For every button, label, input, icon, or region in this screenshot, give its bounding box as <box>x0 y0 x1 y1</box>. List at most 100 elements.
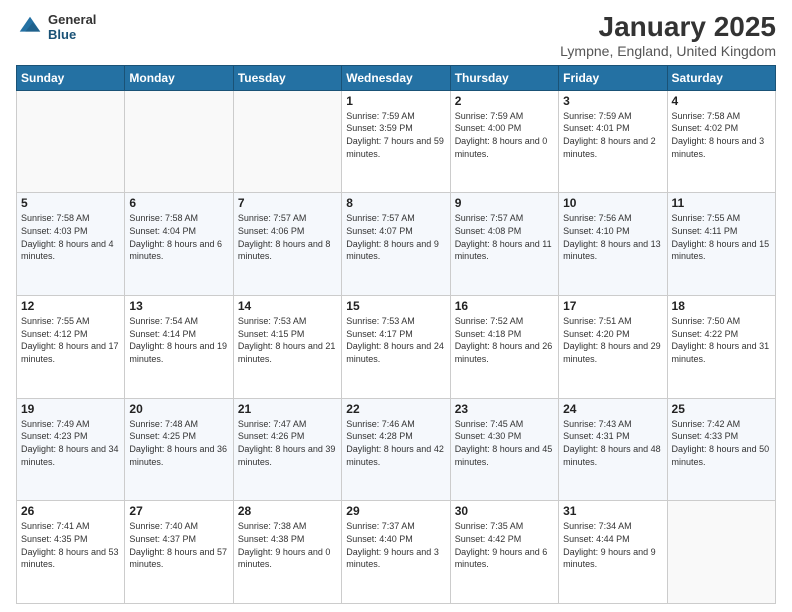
week-row-2: 5 Sunrise: 7:58 AMSunset: 4:03 PMDaylight… <box>17 193 776 296</box>
calendar-cell-w4-d0: 19 Sunrise: 7:49 AMSunset: 4:23 PMDayligh… <box>17 398 125 501</box>
day-number: 15 <box>346 299 445 313</box>
day-info: Sunrise: 7:59 AMSunset: 3:59 PMDaylight:… <box>346 110 445 160</box>
calendar-cell-w1-d4: 2Sunrise: 7:59 AMSunset: 4:00 PMDaylight… <box>450 90 558 193</box>
calendar-cell-w3-d1: 13Sunrise: 7:54 AMSunset: 4:14 PMDayligh… <box>125 296 233 399</box>
day-info: Sunrise: 7:37 AMSunset: 4:40 PMDaylight:… <box>346 520 445 570</box>
logo-general-text: General <box>48 12 96 27</box>
day-number: 21 <box>238 402 337 416</box>
calendar-cell-w2-d3: 8Sunrise: 7:57 AMSunset: 4:07 PMDaylight… <box>342 193 450 296</box>
day-info: Sunrise: 7:55 AMSunset: 4:11 PMDaylight:… <box>672 212 771 262</box>
day-number: 31 <box>563 504 662 518</box>
calendar-cell-w3-d3: 15 Sunrise: 7:53 AMSunset: 4:17 PMDayligh… <box>342 296 450 399</box>
logo-icon <box>16 13 44 41</box>
calendar-cell-w5-d0: 26 Sunrise: 7:41 AMSunset: 4:35 PMDayligh… <box>17 501 125 604</box>
day-info: Sunrise: 7:41 AMSunset: 4:35 PMDaylight:… <box>21 520 120 570</box>
title-block: January 2025 Lympne, England, United Kin… <box>560 12 776 59</box>
day-number: 28 <box>238 504 337 518</box>
day-info: Sunrise: 7:35 AMSunset: 4:42 PMDaylight:… <box>455 520 554 570</box>
calendar-cell-w4-d1: 20 Sunrise: 7:48 AMSunset: 4:25 PMDayligh… <box>125 398 233 501</box>
day-info: Sunrise: 7:47 AMSunset: 4:26 PMDaylight:… <box>238 418 337 468</box>
calendar-cell-w4-d2: 21 Sunrise: 7:47 AMSunset: 4:26 PMDayligh… <box>233 398 341 501</box>
day-number: 5 <box>21 196 120 210</box>
page: General Blue January 2025 Lympne, Englan… <box>0 0 792 612</box>
day-number: 24 <box>563 402 662 416</box>
day-number: 6 <box>129 196 228 210</box>
day-info: Sunrise: 7:59 AMSunset: 4:00 PMDaylight:… <box>455 110 554 160</box>
month-title: January 2025 <box>560 12 776 43</box>
day-info: Sunrise: 7:42 AMSunset: 4:33 PMDaylight:… <box>672 418 771 468</box>
calendar-cell-w3-d4: 16Sunrise: 7:52 AMSunset: 4:18 PMDayligh… <box>450 296 558 399</box>
logo-text: General Blue <box>48 12 96 42</box>
day-number: 12 <box>21 299 120 313</box>
day-info: Sunrise: 7:53 AMSunset: 4:17 PMDaylight:… <box>346 315 445 365</box>
calendar-cell-w4-d6: 25 Sunrise: 7:42 AMSunset: 4:33 PMDayligh… <box>667 398 775 501</box>
header-tuesday: Tuesday <box>233 65 341 90</box>
day-info: Sunrise: 7:51 AMSunset: 4:20 PMDaylight:… <box>563 315 662 365</box>
day-info: Sunrise: 7:58 AMSunset: 4:04 PMDaylight:… <box>129 212 228 262</box>
header-monday: Monday <box>125 65 233 90</box>
day-info: Sunrise: 7:54 AMSunset: 4:14 PMDaylight:… <box>129 315 228 365</box>
day-info: Sunrise: 7:52 AMSunset: 4:18 PMDaylight:… <box>455 315 554 365</box>
day-number: 7 <box>238 196 337 210</box>
calendar-cell-w2-d1: 6 Sunrise: 7:58 AMSunset: 4:04 PMDaylight… <box>125 193 233 296</box>
day-info: Sunrise: 7:38 AMSunset: 4:38 PMDaylight:… <box>238 520 337 570</box>
calendar-cell-w2-d2: 7 Sunrise: 7:57 AMSunset: 4:06 PMDaylight… <box>233 193 341 296</box>
header: General Blue January 2025 Lympne, Englan… <box>16 12 776 59</box>
day-number: 27 <box>129 504 228 518</box>
calendar-cell-w3-d2: 14 Sunrise: 7:53 AMSunset: 4:15 PMDayligh… <box>233 296 341 399</box>
day-number: 22 <box>346 402 445 416</box>
day-number: 23 <box>455 402 554 416</box>
calendar-cell-w5-d4: 30 Sunrise: 7:35 AMSunset: 4:42 PMDayligh… <box>450 501 558 604</box>
day-number: 26 <box>21 504 120 518</box>
day-number: 20 <box>129 402 228 416</box>
calendar-cell-w1-d3: 1 Sunrise: 7:59 AMSunset: 3:59 PMDaylight… <box>342 90 450 193</box>
calendar-cell-w1-d5: 3Sunrise: 7:59 AMSunset: 4:01 PMDaylight… <box>559 90 667 193</box>
day-info: Sunrise: 7:56 AMSunset: 4:10 PMDaylight:… <box>563 212 662 262</box>
calendar-cell-w4-d5: 24 Sunrise: 7:43 AMSunset: 4:31 PMDayligh… <box>559 398 667 501</box>
day-number: 25 <box>672 402 771 416</box>
weekday-header-row: Sunday Monday Tuesday Wednesday Thursday… <box>17 65 776 90</box>
calendar-cell-w5-d6 <box>667 501 775 604</box>
calendar-cell-w5-d1: 27 Sunrise: 7:40 AMSunset: 4:37 PMDayligh… <box>125 501 233 604</box>
day-info: Sunrise: 7:55 AMSunset: 4:12 PMDaylight:… <box>21 315 120 365</box>
day-number: 9 <box>455 196 554 210</box>
calendar-cell-w4-d3: 22 Sunrise: 7:46 AMSunset: 4:28 PMDayligh… <box>342 398 450 501</box>
calendar-cell-w1-d6: 4Sunrise: 7:58 AMSunset: 4:02 PMDaylight… <box>667 90 775 193</box>
calendar-cell-w2-d5: 10 Sunrise: 7:56 AMSunset: 4:10 PMDayligh… <box>559 193 667 296</box>
day-number: 3 <box>563 94 662 108</box>
calendar-cell-w4-d4: 23 Sunrise: 7:45 AMSunset: 4:30 PMDayligh… <box>450 398 558 501</box>
day-info: Sunrise: 7:49 AMSunset: 4:23 PMDaylight:… <box>21 418 120 468</box>
calendar-cell-w3-d0: 12 Sunrise: 7:55 AMSunset: 4:12 PMDayligh… <box>17 296 125 399</box>
header-friday: Friday <box>559 65 667 90</box>
day-info: Sunrise: 7:40 AMSunset: 4:37 PMDaylight:… <box>129 520 228 570</box>
header-saturday: Saturday <box>667 65 775 90</box>
calendar-cell-w3-d6: 18 Sunrise: 7:50 AMSunset: 4:22 PMDayligh… <box>667 296 775 399</box>
day-info: Sunrise: 7:45 AMSunset: 4:30 PMDaylight:… <box>455 418 554 468</box>
calendar-table: Sunday Monday Tuesday Wednesday Thursday… <box>16 65 776 604</box>
header-wednesday: Wednesday <box>342 65 450 90</box>
week-row-1: 1 Sunrise: 7:59 AMSunset: 3:59 PMDaylight… <box>17 90 776 193</box>
calendar-cell-w5-d5: 31Sunrise: 7:34 AMSunset: 4:44 PMDayligh… <box>559 501 667 604</box>
day-info: Sunrise: 7:50 AMSunset: 4:22 PMDaylight:… <box>672 315 771 365</box>
day-number: 10 <box>563 196 662 210</box>
calendar-cell-w3-d5: 17 Sunrise: 7:51 AMSunset: 4:20 PMDayligh… <box>559 296 667 399</box>
day-number: 17 <box>563 299 662 313</box>
header-sunday: Sunday <box>17 65 125 90</box>
day-info: Sunrise: 7:43 AMSunset: 4:31 PMDaylight:… <box>563 418 662 468</box>
day-info: Sunrise: 7:58 AMSunset: 4:03 PMDaylight:… <box>21 212 120 262</box>
calendar-cell-w2-d0: 5 Sunrise: 7:58 AMSunset: 4:03 PMDaylight… <box>17 193 125 296</box>
day-number: 18 <box>672 299 771 313</box>
day-number: 19 <box>21 402 120 416</box>
calendar-cell-w5-d3: 29Sunrise: 7:37 AMSunset: 4:40 PMDayligh… <box>342 501 450 604</box>
day-number: 1 <box>346 94 445 108</box>
location: Lympne, England, United Kingdom <box>560 43 776 59</box>
day-info: Sunrise: 7:48 AMSunset: 4:25 PMDaylight:… <box>129 418 228 468</box>
day-number: 30 <box>455 504 554 518</box>
day-number: 14 <box>238 299 337 313</box>
calendar-cell-w2-d6: 11Sunrise: 7:55 AMSunset: 4:11 PMDayligh… <box>667 193 775 296</box>
logo-blue-text: Blue <box>48 27 96 42</box>
header-thursday: Thursday <box>450 65 558 90</box>
day-info: Sunrise: 7:53 AMSunset: 4:15 PMDaylight:… <box>238 315 337 365</box>
day-info: Sunrise: 7:46 AMSunset: 4:28 PMDaylight:… <box>346 418 445 468</box>
day-info: Sunrise: 7:57 AMSunset: 4:06 PMDaylight:… <box>238 212 337 262</box>
